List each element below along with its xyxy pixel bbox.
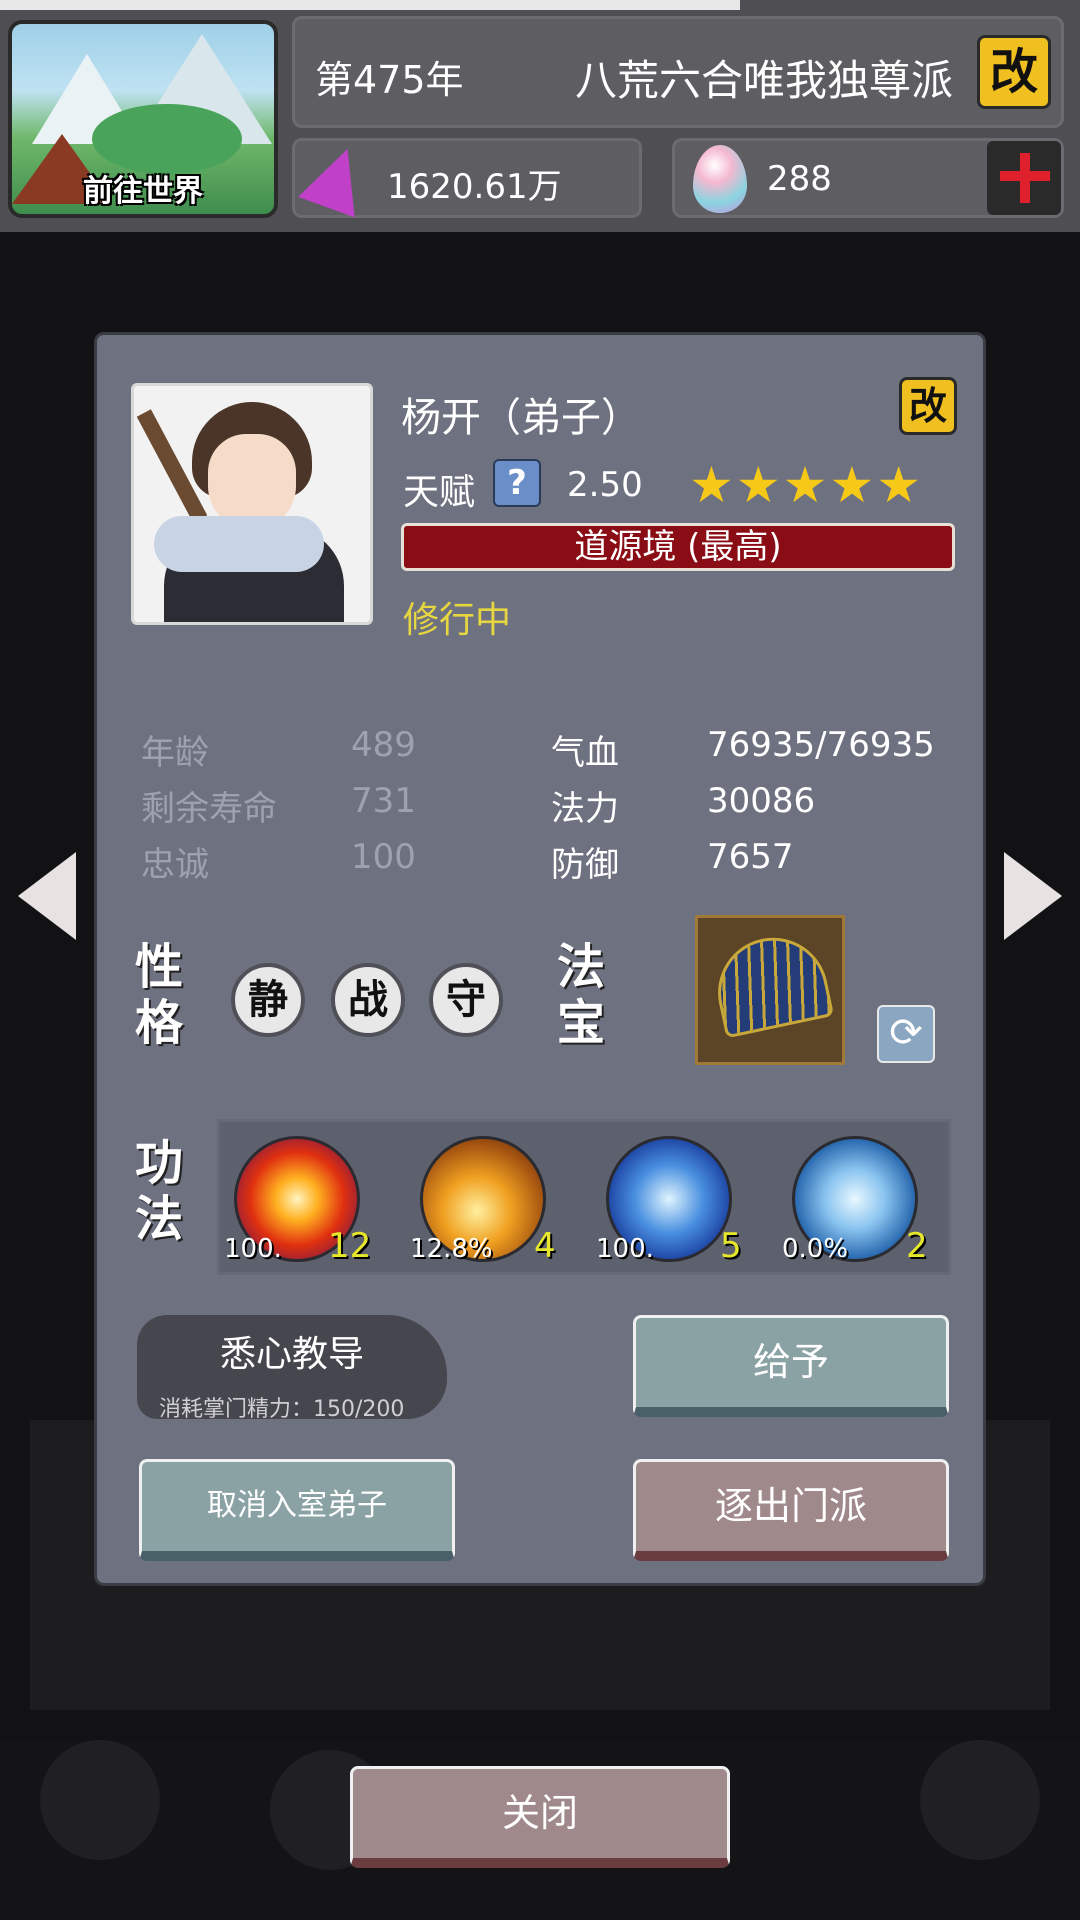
trait-guard[interactable]: 守 <box>429 963 503 1037</box>
lifespan-value: 731 <box>351 781 416 821</box>
go-to-world-label: 前往世界 <box>83 174 203 209</box>
teach-label: 悉心教导 <box>219 1334 364 1375</box>
disciple-portrait <box>131 383 373 625</box>
close-button[interactable]: 关闭 <box>350 1766 730 1868</box>
personality-label: 性 格 <box>134 939 183 1051</box>
skill-progress: 0.0% <box>782 1234 849 1264</box>
egg-value: 288 <box>767 159 832 199</box>
rename-sect-button[interactable]: 改 <box>977 35 1051 109</box>
treasure-label: 法 宝 <box>556 939 605 1051</box>
expel-button[interactable]: 逐出门派 <box>633 1459 949 1561</box>
top-progress-bar <box>0 0 740 10</box>
realm-bar: 道源境 (最高) <box>401 523 955 571</box>
top-bar: 前往世界 第475年 八荒六合唯我独尊派 改 1620.61万 288 <box>0 0 1080 232</box>
skill-level: 5 <box>720 1226 742 1266</box>
mana-label: 法力 <box>551 789 619 829</box>
skill-level: 2 <box>906 1226 928 1266</box>
give-button[interactable]: 给予 <box>633 1315 949 1417</box>
cancel-inner-disciple-button[interactable]: 取消入室弟子 <box>139 1459 455 1561</box>
treasure-slot[interactable] <box>695 915 845 1065</box>
skills-label: 功 法 <box>134 1135 183 1247</box>
year-label: 第475年 <box>315 58 464 102</box>
spirit-stone-value: 1620.61万 <box>387 167 562 207</box>
disciple-detail-panel: 杨开（弟子） 改 天赋 ? 2.50 ★★★★★ 道源境 (最高) 修行中 年龄… <box>94 332 986 1586</box>
egg-icon <box>693 145 747 213</box>
egg-counter: 288 <box>672 138 1064 218</box>
sect-info-box: 第475年 八荒六合唯我独尊派 改 <box>292 16 1064 128</box>
add-eggs-button[interactable] <box>987 141 1061 215</box>
hp-value: 76935/76935 <box>707 725 935 765</box>
age-label: 年龄 <box>141 733 209 773</box>
cultivation-status: 修行中 <box>403 600 512 641</box>
trait-calm[interactable]: 静 <box>231 963 305 1037</box>
defense-label: 防御 <box>551 845 619 885</box>
go-to-world-button[interactable]: 前往世界 <box>8 20 278 218</box>
skill-level: 4 <box>534 1226 556 1266</box>
skill-progress: 12.8% <box>410 1234 493 1264</box>
loyalty-label: 忠诚 <box>141 845 209 885</box>
skill-progress: 100. <box>596 1234 654 1264</box>
spirit-stone-icon <box>298 138 376 218</box>
swap-treasure-button[interactable]: ⟳ <box>877 1005 935 1063</box>
fan-icon <box>707 927 835 1039</box>
mana-value: 30086 <box>707 781 816 821</box>
defense-value: 7657 <box>707 837 794 877</box>
loyalty-value: 100 <box>351 837 416 877</box>
teach-cost: 消耗掌门精力：150/200 <box>159 1397 405 1422</box>
lifespan-label: 剩余寿命 <box>141 789 277 829</box>
skills-area: 100. 12 12.8% 4 100. 5 0.0% 2 <box>217 1119 951 1275</box>
spirit-stone-counter: 1620.61万 <box>292 138 642 218</box>
trait-battle[interactable]: 战 <box>331 963 405 1037</box>
age-value: 489 <box>351 725 416 765</box>
disciple-name: 杨开（弟子） <box>401 395 641 441</box>
hp-label: 气血 <box>551 733 619 773</box>
skill-level: 12 <box>328 1226 372 1266</box>
skill-progress: 100. <box>224 1234 282 1264</box>
talent-help-icon[interactable]: ? <box>493 459 541 507</box>
next-disciple-arrow-icon[interactable] <box>1004 852 1062 940</box>
star-rating-icon: ★★★★★ <box>689 456 924 514</box>
talent-value: 2.50 <box>567 465 643 505</box>
sect-name: 八荒六合唯我独尊派 <box>574 56 953 105</box>
previous-disciple-arrow-icon[interactable] <box>18 852 76 940</box>
talent-label: 天赋 <box>403 472 476 513</box>
rename-disciple-button[interactable]: 改 <box>899 377 957 435</box>
